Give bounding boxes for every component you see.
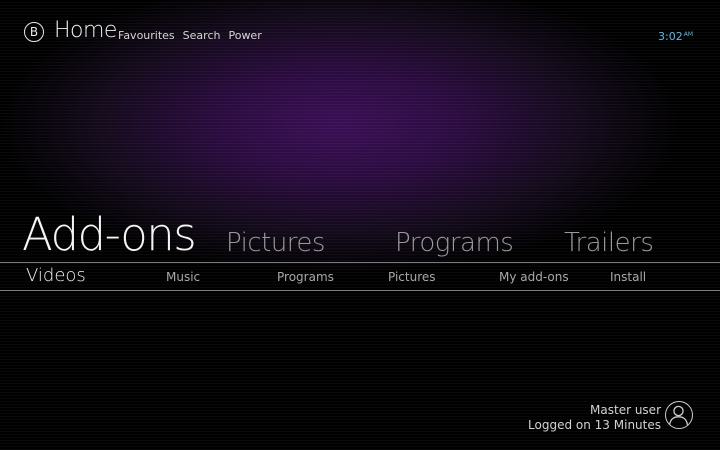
logo-icon[interactable]: B [24, 22, 44, 42]
user-status: Logged on 13 Minutes [528, 418, 661, 432]
submenu-item-pictures[interactable]: Pictures [388, 270, 436, 284]
user-silhouette-icon [668, 405, 689, 426]
submenu-item-programs[interactable]: Programs [277, 270, 334, 284]
submenu-item-install[interactable]: Install [610, 270, 646, 284]
nav-favourites[interactable]: Favourites [118, 29, 175, 42]
top-nav: Favourites Search Power [118, 29, 262, 42]
category-programs[interactable]: Programs [395, 228, 514, 258]
clock-ampm: AM [683, 31, 693, 38]
user-name: Master user [590, 403, 661, 417]
page-title: Home [54, 18, 117, 43]
submenu-item-my-addons[interactable]: My add-ons [499, 270, 569, 284]
submenu-item-videos[interactable]: Videos [26, 265, 86, 286]
user-info: Master user Logged on 13 Minutes [528, 403, 661, 433]
submenu-item-music[interactable]: Music [166, 270, 200, 284]
user-icon[interactable] [665, 401, 693, 429]
category-selected[interactable]: Add-ons [22, 208, 197, 261]
clock-time: 3:02 [658, 30, 683, 43]
nav-power[interactable]: Power [228, 29, 261, 42]
clock: 3:02AM [658, 30, 693, 43]
category-trailers[interactable]: Trailers [564, 228, 654, 258]
category-pictures[interactable]: Pictures [226, 228, 325, 258]
nav-search[interactable]: Search [183, 29, 221, 42]
logo-letter: B [29, 25, 39, 39]
